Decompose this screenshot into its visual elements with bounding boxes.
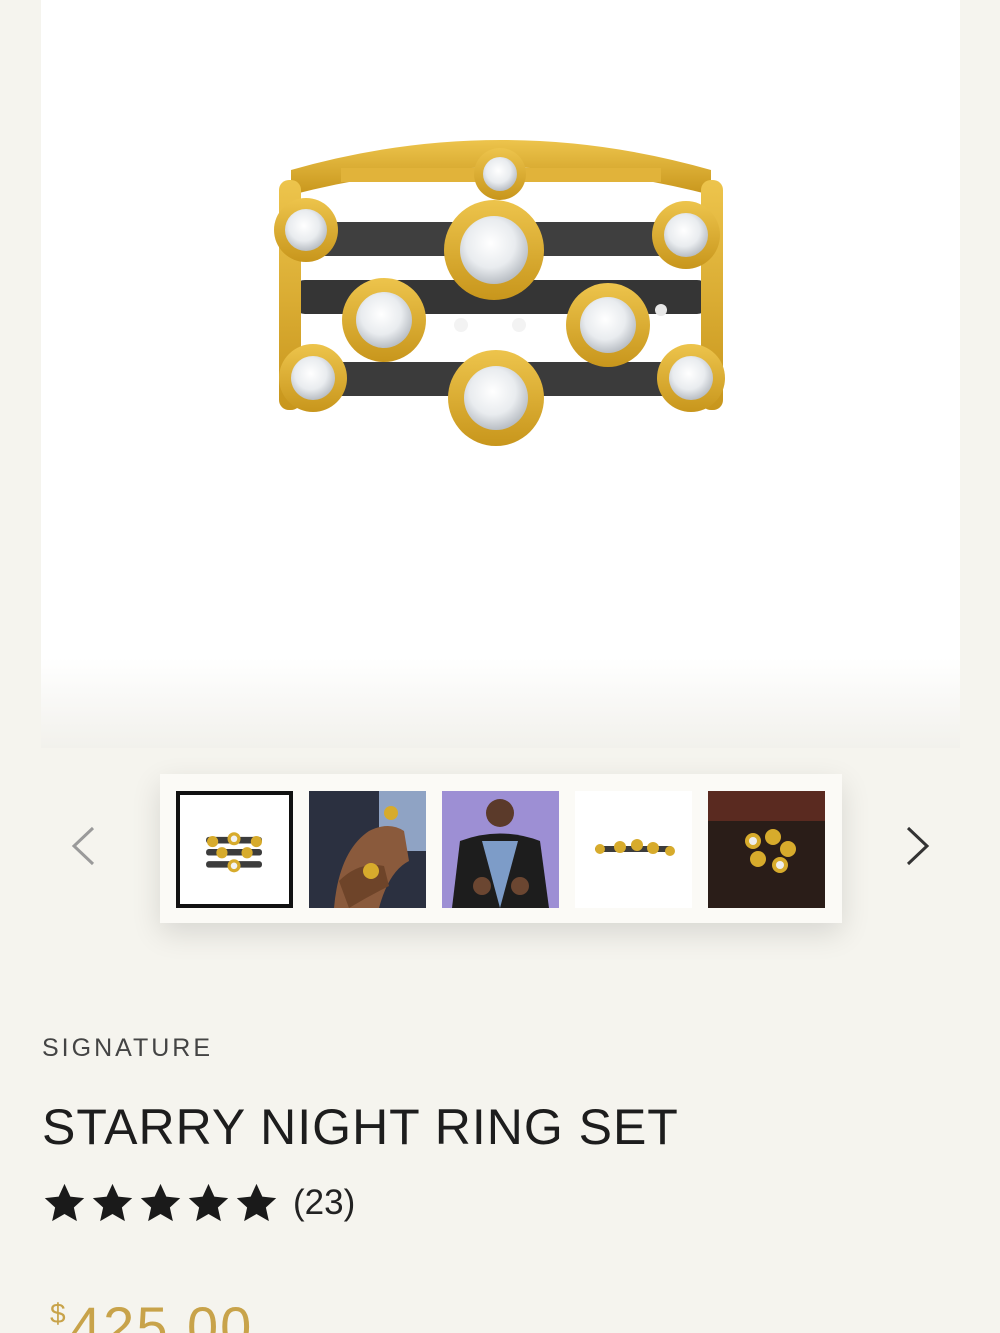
chevron-left-icon	[71, 826, 95, 866]
currency-symbol: $	[50, 1298, 66, 1329]
star-icon	[236, 1183, 277, 1221]
model-jacket-thumb	[442, 791, 559, 908]
collection-label: SIGNATURE	[42, 1034, 213, 1062]
star-rating	[42, 1181, 279, 1226]
rating-summary[interactable]: (23)	[42, 1180, 355, 1226]
thumbnail-prev-button[interactable]	[61, 822, 105, 870]
ring-stack-thumb	[180, 795, 289, 904]
product-title: STARRY NIGHT RING SET	[42, 1099, 679, 1155]
image-shadow	[41, 658, 960, 748]
ring-set-illustration	[274, 140, 725, 446]
review-count[interactable]: (23)	[293, 1183, 355, 1223]
thumbnail-next-button[interactable]	[896, 822, 940, 870]
product-price: $ 425.00	[50, 1294, 253, 1333]
chevron-right-icon	[906, 826, 930, 866]
thumbnail-hand-model[interactable]	[309, 791, 426, 908]
thumbnail-carousel	[160, 774, 842, 923]
star-icon	[188, 1183, 229, 1221]
rings-dark-thumb	[708, 791, 825, 908]
star-icon	[44, 1183, 85, 1221]
thumbnail-model-jacket[interactable]	[442, 791, 559, 908]
thumbnail-ring-stack[interactable]	[176, 791, 293, 908]
price-amount: 425.00	[70, 1295, 254, 1333]
rings-flat-thumb	[575, 791, 692, 908]
main-product-image[interactable]	[41, 0, 960, 748]
thumbnail-rings-dark[interactable]	[708, 791, 825, 908]
star-icon	[92, 1183, 133, 1221]
star-icon	[140, 1183, 181, 1221]
thumbnail-rings-flat[interactable]	[575, 791, 692, 908]
hand-model-thumb	[309, 791, 426, 908]
